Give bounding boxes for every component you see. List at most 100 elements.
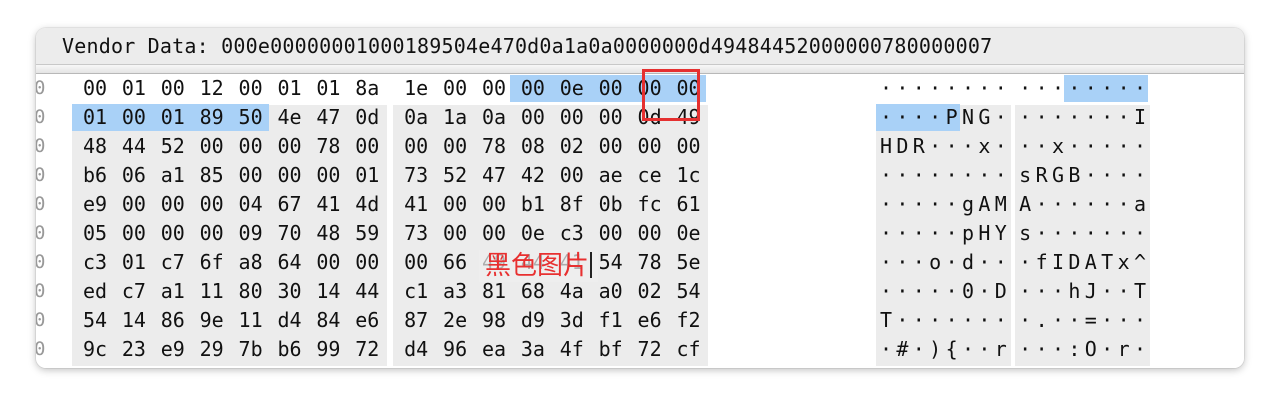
hex-byte[interactable]: 00 (397, 248, 435, 277)
dump-row[interactable]: 0 01 00 01 89 50 4e 47 0d 0a 1a 0a 00 00 00 0d 49 · · · · P N G… (36, 103, 1244, 132)
hex-byte[interactable]: 11 (193, 277, 231, 306)
hex-byte[interactable]: 47 (475, 161, 513, 190)
dump-row[interactable]: 0 48 44 52 00 00 00 78 00 00 00 78 08 02 00 00 00 H D R · · · x… (36, 132, 1244, 161)
hex-byte[interactable]: 06 (115, 161, 153, 190)
hex-byte[interactable]: ed (76, 277, 114, 306)
hex-byte[interactable]: 78 (631, 248, 669, 277)
hex-byte[interactable]: 00 (475, 219, 513, 248)
hex-byte[interactable]: 09 (232, 219, 270, 248)
hex-byte[interactable]: 01 (115, 74, 153, 103)
hex-byte[interactable]: b6 (271, 335, 309, 364)
hex-byte[interactable]: 48 (309, 219, 347, 248)
dump-row[interactable]: 0 05 00 00 00 09 70 48 59 73 00 00 0e c3 00 00 0e · · · · · p H… (36, 219, 1244, 248)
hex-byte[interactable]: c1 (397, 277, 435, 306)
hex-byte[interactable]: 00 (348, 248, 386, 277)
hex-byte[interactable]: f1 (592, 306, 630, 335)
hex-byte[interactable]: 44 (115, 132, 153, 161)
dump-row[interactable]: 0 b6 06 a1 85 00 00 00 01 73 52 47 42 00 ae ce 1c · · · · · · ·… (36, 161, 1244, 190)
hex-byte[interactable]: bf (592, 335, 630, 364)
hex-byte[interactable]: 42 (514, 161, 552, 190)
hex-byte[interactable]: 00 (631, 132, 669, 161)
hex-byte[interactable]: a3 (436, 277, 474, 306)
hex-byte[interactable]: 44 (348, 277, 386, 306)
hex-byte[interactable]: 00 (436, 190, 474, 219)
hex-byte[interactable]: b6 (76, 161, 114, 190)
hex-byte[interactable]: 00 (670, 132, 708, 161)
hex-byte[interactable]: 64 (271, 248, 309, 277)
hex-byte[interactable]: 30 (271, 277, 309, 306)
hex-byte[interactable]: 89 (193, 103, 231, 132)
hex-byte[interactable]: 00 (154, 190, 192, 219)
hex-byte[interactable]: e9 (76, 190, 114, 219)
hex-byte[interactable]: c3 (76, 248, 114, 277)
hex-byte[interactable]: 00 (397, 132, 435, 161)
hex-byte[interactable]: 9e (193, 306, 231, 335)
hex-byte[interactable]: 1a (436, 103, 474, 132)
hex-byte[interactable]: 66 (436, 248, 474, 277)
hex-byte[interactable]: 00 (232, 161, 270, 190)
hex-byte[interactable]: 00 (309, 248, 347, 277)
hex-byte[interactable]: 98 (475, 306, 513, 335)
hex-byte[interactable]: 00 (592, 132, 630, 161)
hex-byte[interactable]: 00 (592, 74, 630, 103)
hex-byte[interactable]: c7 (115, 277, 153, 306)
hex-byte[interactable]: ae (592, 161, 630, 190)
hex-byte[interactable]: 00 (553, 161, 591, 190)
hex-byte[interactable]: 52 (154, 132, 192, 161)
hex-byte[interactable]: 8f (553, 190, 591, 219)
hex-byte[interactable]: 8a (348, 74, 386, 103)
hex-byte[interactable]: 00 (271, 161, 309, 190)
hex-byte[interactable]: 00 (475, 74, 513, 103)
hex-byte[interactable]: 02 (553, 132, 591, 161)
hex-byte[interactable]: 00 (193, 190, 231, 219)
hex-byte[interactable]: 0b (592, 190, 630, 219)
hex-byte[interactable]: 00 (115, 103, 153, 132)
hex-byte[interactable]: 72 (348, 335, 386, 364)
hex-byte[interactable]: e9 (154, 335, 192, 364)
hex-byte[interactable]: 00 (514, 74, 552, 103)
hex-byte[interactable]: 00 (592, 219, 630, 248)
hex-byte[interactable]: 00 (154, 219, 192, 248)
hex-byte[interactable]: 0a (475, 103, 513, 132)
hex-byte[interactable]: 00 (115, 219, 153, 248)
hex-byte[interactable]: 73 (397, 219, 435, 248)
hex-byte[interactable]: 01 (348, 161, 386, 190)
hex-dump[interactable]: 0 00 01 00 12 00 01 01 8a 1e 00 00 00 0e 00 00 00 · · · · · · ·… (36, 74, 1244, 368)
hex-byte[interactable]: 00 (514, 103, 552, 132)
hex-byte[interactable]: c7 (154, 248, 192, 277)
hex-byte[interactable]: 6f (193, 248, 231, 277)
hex-byte[interactable]: c3 (553, 219, 591, 248)
hex-byte[interactable]: 3a (514, 335, 552, 364)
hex-byte[interactable]: 00 (631, 219, 669, 248)
hex-byte[interactable]: 0e (514, 219, 552, 248)
hex-byte[interactable]: 41 (309, 190, 347, 219)
hex-byte[interactable]: 00 (436, 132, 474, 161)
hex-byte[interactable]: 14 (115, 306, 153, 335)
hex-byte[interactable]: 47 (309, 103, 347, 132)
hex-byte[interactable]: 02 (631, 277, 669, 306)
dump-row[interactable]: 0 e9 00 00 00 04 67 41 4d 41 00 00 b1 8f 0b fc 61 · · · · · g A… (36, 190, 1244, 219)
hex-byte[interactable]: 80 (232, 277, 270, 306)
hex-byte[interactable]: 00 (309, 161, 347, 190)
hex-byte[interactable]: e6 (348, 306, 386, 335)
hex-byte[interactable]: 61 (670, 190, 708, 219)
hex-byte[interactable]: 41 (397, 190, 435, 219)
hex-byte[interactable]: 00 (553, 103, 591, 132)
hex-byte[interactable]: 5e (670, 248, 708, 277)
hex-byte[interactable]: fc (631, 190, 669, 219)
hex-byte[interactable]: 04 (232, 190, 270, 219)
hex-byte[interactable]: b1 (514, 190, 552, 219)
hex-byte[interactable]: 14 (309, 277, 347, 306)
hex-byte[interactable]: f2 (670, 306, 708, 335)
dump-row[interactable]: 0 00 01 00 12 00 01 01 8a 1e 00 00 00 0e 00 00 00 · · · · · · ·… (36, 74, 1244, 103)
hex-byte[interactable]: 00 (193, 132, 231, 161)
hex-byte[interactable]: 67 (271, 190, 309, 219)
hex-byte[interactable]: 48 (76, 132, 114, 161)
hex-byte[interactable]: 78 (475, 132, 513, 161)
hex-byte[interactable]: 00 (475, 190, 513, 219)
hex-byte[interactable]: 01 (309, 74, 347, 103)
hex-byte[interactable]: 08 (514, 132, 552, 161)
hex-byte[interactable]: 70 (271, 219, 309, 248)
hex-byte[interactable]: 00 (436, 74, 474, 103)
hex-byte[interactable]: 2e (436, 306, 474, 335)
